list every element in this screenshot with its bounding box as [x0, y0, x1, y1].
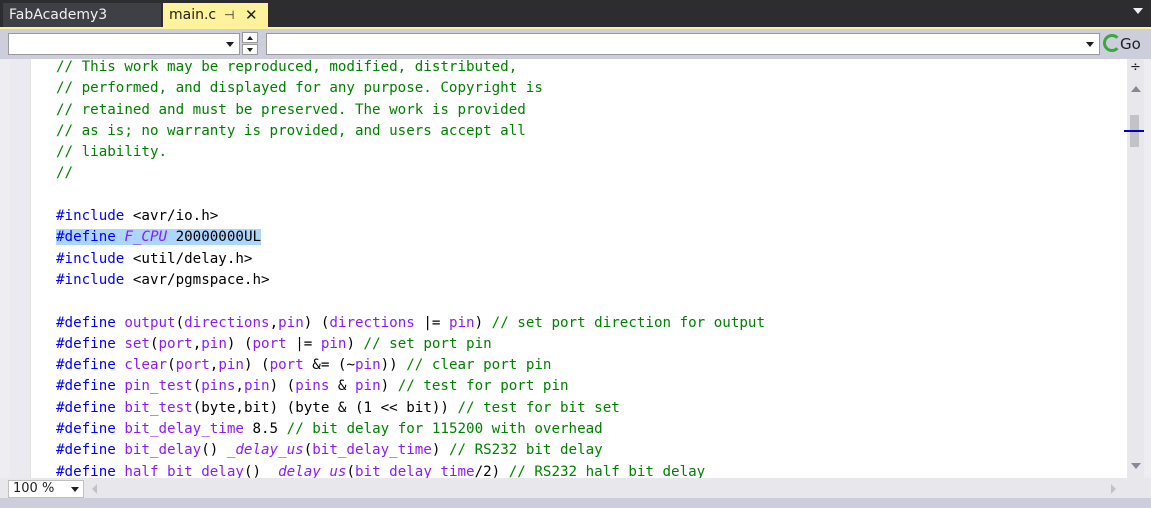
editor-bottom-bar: 100 % — [0, 478, 1151, 498]
zoom-value: 100 % — [13, 481, 55, 496]
split-handle-icon[interactable]: ÷ — [1129, 61, 1142, 74]
close-icon[interactable]: ✕ — [245, 3, 258, 27]
code-line[interactable]: // as is; no warranty is provided, and u… — [56, 121, 765, 142]
code-line[interactable]: #include <avr/io.h> — [56, 206, 765, 227]
code-line[interactable]: // retained and must be preserved. The w… — [56, 100, 765, 121]
scroll-right-icon[interactable] — [1111, 484, 1116, 494]
pin-icon[interactable]: ⊣ — [224, 3, 234, 27]
chevron-down-icon — [226, 42, 234, 47]
go-button[interactable]: Go — [1103, 33, 1147, 55]
code-line[interactable]: #include <util/delay.h> — [56, 249, 765, 270]
code-line[interactable] — [56, 291, 765, 312]
spin-down-icon[interactable] — [242, 44, 258, 55]
vertical-scrollbar[interactable]: ÷ — [1124, 59, 1144, 478]
code-line[interactable]: // liability. — [56, 142, 765, 163]
scope-spinner[interactable] — [242, 32, 260, 56]
chevron-down-icon — [1086, 42, 1094, 47]
code-line[interactable]: // — [56, 163, 765, 184]
zoom-dropdown[interactable]: 100 % — [8, 480, 84, 498]
code-line[interactable]: #define F_CPU 20000000UL — [56, 227, 765, 248]
tab-label: main.c — [169, 7, 217, 23]
code-editor[interactable]: // This work may be reproduced, modified… — [10, 59, 1127, 478]
document-tab-bar: FabAcademy3 main.c ⊣ ✕ — [0, 0, 1151, 29]
tab-label: FabAcademy3 — [9, 7, 108, 23]
code-line[interactable]: #define bit_delay_time 8.5 // bit delay … — [56, 419, 765, 440]
margin-divider — [30, 59, 31, 478]
member-dropdown[interactable] — [266, 33, 1100, 55]
code-line[interactable] — [56, 185, 765, 206]
code-line[interactable]: #define half_bit_delay() _delay_us(bit_d… — [56, 462, 765, 478]
code-line[interactable]: #define set(port,pin) (port |= pin) // s… — [56, 334, 765, 355]
code-line[interactable]: #define pin_test(pins,pin) (pins & pin) … — [56, 376, 765, 397]
chevron-down-icon — [71, 487, 79, 492]
scroll-down-icon[interactable] — [1131, 463, 1141, 469]
caret-position-marker — [1124, 130, 1144, 132]
code-line[interactable]: // performed, and displayed for any purp… — [56, 78, 765, 99]
code-line[interactable]: #define bit_test(byte,bit) (byte & (1 <<… — [56, 398, 765, 419]
tab-overflow-chevron-icon[interactable] — [1133, 8, 1143, 14]
code-line[interactable]: // This work may be reproduced, modified… — [56, 59, 765, 78]
code-line[interactable]: #include <avr/pgmspace.h> — [56, 270, 765, 291]
tab-main-c[interactable]: main.c ⊣ ✕ — [163, 3, 268, 27]
scope-dropdown[interactable] — [8, 33, 240, 55]
navigation-bar: Go — [0, 29, 1151, 59]
go-label: Go — [1120, 35, 1141, 53]
window-footer — [0, 498, 1151, 508]
scroll-left-icon[interactable] — [92, 484, 97, 494]
code-line[interactable]: #define output(directions,pin) (directio… — [56, 313, 765, 334]
editor-margin — [10, 59, 30, 478]
refresh-icon — [1103, 34, 1121, 52]
spin-up-icon[interactable] — [242, 32, 258, 43]
code-text[interactable]: // This work may be reproduced, modified… — [56, 59, 765, 478]
selection-highlight: #define F_CPU 20000000UL — [56, 229, 262, 246]
code-line[interactable]: #define clear(port,pin) (port &= (~pin))… — [56, 355, 765, 376]
scroll-up-icon[interactable] — [1131, 86, 1141, 92]
tab-fabacademy3[interactable]: FabAcademy3 — [3, 3, 161, 27]
code-line[interactable]: #define bit_delay() _delay_us(bit_delay_… — [56, 440, 765, 461]
